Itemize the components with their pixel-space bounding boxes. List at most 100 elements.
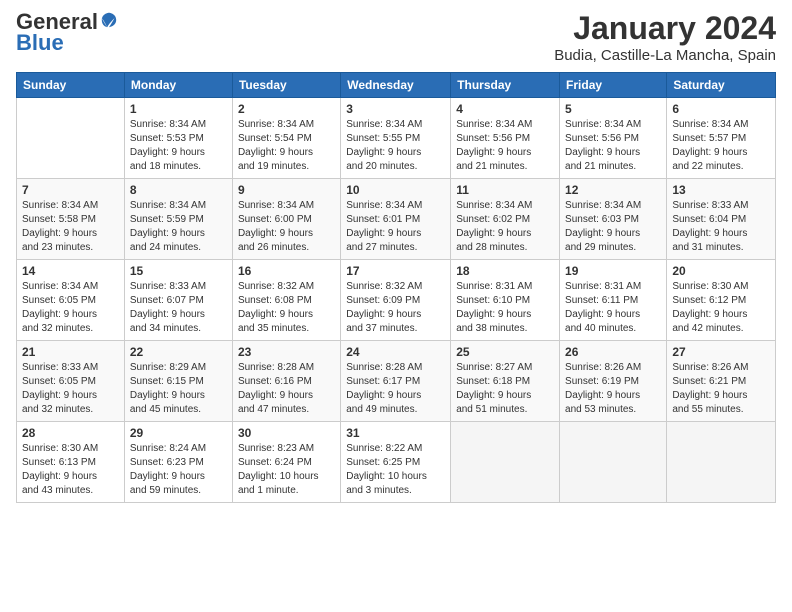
table-row: 20Sunrise: 8:30 AMSunset: 6:12 PMDayligh… [667,260,776,341]
day-number: 29 [130,426,227,440]
day-info: Sunrise: 8:34 AMSunset: 5:54 PMDaylight:… [238,118,335,174]
day-info: Sunrise: 8:30 AMSunset: 6:13 PMDaylight:… [22,442,119,498]
day-number: 22 [130,345,227,359]
table-row: 30Sunrise: 8:23 AMSunset: 6:24 PMDayligh… [232,422,340,503]
col-monday: Monday [124,73,232,98]
day-number: 19 [565,264,661,278]
day-info: Sunrise: 8:22 AMSunset: 6:25 PMDaylight:… [346,442,445,498]
table-row: 7 Sunrise: 8:34 AMSunset: 5:58 PMDaylight… [17,179,125,260]
table-row: 22 Sunrise: 8:29 AMSunset: 6:15 PMDayligh… [124,341,232,422]
day-number: 18 [456,264,554,278]
day-info: Sunrise: 8:34 AMSunset: 5:56 PMDaylight:… [565,118,661,174]
table-row: 13 Sunrise: 8:33 AMSunset: 6:04 PMDayligh… [667,179,776,260]
day-number: 16 [238,264,335,278]
table-row: 2 Sunrise: 8:34 AMSunset: 5:54 PMDaylight… [232,98,340,179]
day-info: Sunrise: 8:34 AMSunset: 5:59 PMDaylight:… [130,199,227,255]
day-number: 6 [672,102,770,116]
day-number: 14 [22,264,119,278]
day-info: Sunrise: 8:34 AMSunset: 6:00 PMDaylight:… [238,199,335,255]
day-number: 17 [346,264,445,278]
table-row [667,422,776,503]
calendar-week-row: 14 Sunrise: 8:34 AMSunset: 6:05 PMDayligh… [17,260,776,341]
day-info: Sunrise: 8:34 AMSunset: 6:03 PMDaylight:… [565,199,661,255]
month-title: January 2024 [554,10,776,47]
day-number: 12 [565,183,661,197]
table-row: 8 Sunrise: 8:34 AMSunset: 5:59 PMDaylight… [124,179,232,260]
table-row: 10 Sunrise: 8:34 AMSunset: 6:01 PMDayligh… [341,179,451,260]
table-row: 27Sunrise: 8:26 AMSunset: 6:21 PMDayligh… [667,341,776,422]
day-number: 23 [238,345,335,359]
calendar-header-row: Sunday Monday Tuesday Wednesday Thursday… [17,73,776,98]
table-row: 12 Sunrise: 8:34 AMSunset: 6:03 PMDayligh… [560,179,667,260]
table-row: 6 Sunrise: 8:34 AMSunset: 5:57 PMDaylight… [667,98,776,179]
day-number: 28 [22,426,119,440]
day-info: Sunrise: 8:28 AMSunset: 6:16 PMDaylight:… [238,361,335,417]
title-block: January 2024 Budia, Castille-La Mancha, … [554,10,776,64]
table-row: 3 Sunrise: 8:34 AMSunset: 5:55 PMDaylight… [341,98,451,179]
col-tuesday: Tuesday [232,73,340,98]
calendar-week-row: 1Sunrise: 8:34 AMSunset: 5:53 PMDaylight… [17,98,776,179]
day-number: 13 [672,183,770,197]
col-friday: Friday [560,73,667,98]
calendar-week-row: 21Sunrise: 8:33 AMSunset: 6:05 PMDayligh… [17,341,776,422]
day-info: Sunrise: 8:33 AMSunset: 6:04 PMDaylight:… [672,199,770,255]
calendar-week-row: 28 Sunrise: 8:30 AMSunset: 6:13 PMDayligh… [17,422,776,503]
day-info: Sunrise: 8:34 AMSunset: 6:05 PMDaylight:… [22,280,119,336]
table-row: 9Sunrise: 8:34 AMSunset: 6:00 PMDaylight… [232,179,340,260]
page-container: General Blue January 2024 Budia, Castill… [0,0,792,513]
day-number: 31 [346,426,445,440]
col-sunday: Sunday [17,73,125,98]
table-row: 31 Sunrise: 8:22 AMSunset: 6:25 PMDayligh… [341,422,451,503]
day-number: 11 [456,183,554,197]
table-row [17,98,125,179]
day-info: Sunrise: 8:31 AMSunset: 6:11 PMDaylight:… [565,280,661,336]
logo: General Blue [16,10,118,56]
day-info: Sunrise: 8:29 AMSunset: 6:15 PMDaylight:… [130,361,227,417]
day-info: Sunrise: 8:27 AMSunset: 6:18 PMDaylight:… [456,361,554,417]
col-thursday: Thursday [451,73,560,98]
day-info: Sunrise: 8:23 AMSunset: 6:24 PMDaylight:… [238,442,335,498]
table-row: 18 Sunrise: 8:31 AMSunset: 6:10 PMDayligh… [451,260,560,341]
calendar-table: Sunday Monday Tuesday Wednesday Thursday… [16,72,776,503]
day-number: 26 [565,345,661,359]
day-info: Sunrise: 8:32 AMSunset: 6:09 PMDaylight:… [346,280,445,336]
day-info: Sunrise: 8:31 AMSunset: 6:10 PMDaylight:… [456,280,554,336]
day-info: Sunrise: 8:33 AMSunset: 6:05 PMDaylight:… [22,361,119,417]
day-number: 1 [130,102,227,116]
table-row: 1Sunrise: 8:34 AMSunset: 5:53 PMDaylight… [124,98,232,179]
day-number: 4 [456,102,554,116]
col-saturday: Saturday [667,73,776,98]
day-number: 25 [456,345,554,359]
table-row: 23 Sunrise: 8:28 AMSunset: 6:16 PMDayligh… [232,341,340,422]
table-row: 4 Sunrise: 8:34 AMSunset: 5:56 PMDaylight… [451,98,560,179]
table-row [560,422,667,503]
day-info: Sunrise: 8:34 AMSunset: 5:55 PMDaylight:… [346,118,445,174]
day-info: Sunrise: 8:34 AMSunset: 6:01 PMDaylight:… [346,199,445,255]
day-number: 3 [346,102,445,116]
table-row: 21Sunrise: 8:33 AMSunset: 6:05 PMDayligh… [17,341,125,422]
table-row: 26 Sunrise: 8:26 AMSunset: 6:19 PMDayligh… [560,341,667,422]
day-number: 8 [130,183,227,197]
day-number: 2 [238,102,335,116]
day-info: Sunrise: 8:34 AMSunset: 5:58 PMDaylight:… [22,199,119,255]
day-number: 7 [22,183,119,197]
table-row: 25 Sunrise: 8:27 AMSunset: 6:18 PMDayligh… [451,341,560,422]
day-info: Sunrise: 8:34 AMSunset: 5:57 PMDaylight:… [672,118,770,174]
location-title: Budia, Castille-La Mancha, Spain [554,47,776,64]
table-row: 16 Sunrise: 8:32 AMSunset: 6:08 PMDayligh… [232,260,340,341]
table-row: 19 Sunrise: 8:31 AMSunset: 6:11 PMDayligh… [560,260,667,341]
day-info: Sunrise: 8:34 AMSunset: 6:02 PMDaylight:… [456,199,554,255]
col-wednesday: Wednesday [341,73,451,98]
day-info: Sunrise: 8:26 AMSunset: 6:19 PMDaylight:… [565,361,661,417]
day-info: Sunrise: 8:34 AMSunset: 5:56 PMDaylight:… [456,118,554,174]
table-row: 14 Sunrise: 8:34 AMSunset: 6:05 PMDayligh… [17,260,125,341]
day-info: Sunrise: 8:33 AMSunset: 6:07 PMDaylight:… [130,280,227,336]
day-info: Sunrise: 8:32 AMSunset: 6:08 PMDaylight:… [238,280,335,336]
day-info: Sunrise: 8:28 AMSunset: 6:17 PMDaylight:… [346,361,445,417]
day-number: 24 [346,345,445,359]
table-row [451,422,560,503]
table-row: 17 Sunrise: 8:32 AMSunset: 6:09 PMDayligh… [341,260,451,341]
day-info: Sunrise: 8:26 AMSunset: 6:21 PMDaylight:… [672,361,770,417]
day-number: 10 [346,183,445,197]
day-info: Sunrise: 8:24 AMSunset: 6:23 PMDaylight:… [130,442,227,498]
